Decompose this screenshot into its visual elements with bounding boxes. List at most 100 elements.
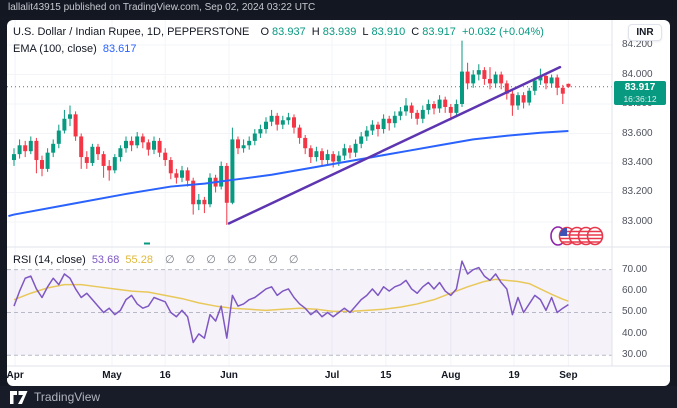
candlestick xyxy=(275,116,279,125)
candlestick xyxy=(230,139,234,202)
candlestick xyxy=(90,147,94,163)
candlestick xyxy=(443,100,447,107)
candlestick xyxy=(320,151,324,160)
candlestick xyxy=(102,154,106,166)
candlestick xyxy=(382,119,386,129)
candlestick xyxy=(309,148,313,157)
candlestick xyxy=(107,166,111,170)
last-price-value: 83.917 xyxy=(614,82,666,94)
candlestick xyxy=(29,141,33,151)
candlestick xyxy=(426,104,430,110)
candlestick xyxy=(398,111,402,115)
ohlc-open-value: 83.937 xyxy=(272,26,306,38)
time-tick-label: Jul xyxy=(325,370,339,381)
ohlc-high-value: 83.939 xyxy=(323,26,357,38)
price-tick-label: 83.200 xyxy=(622,186,653,197)
ohlc-high-label: H xyxy=(312,26,320,38)
footer-bar: TradingView xyxy=(0,386,677,408)
candlestick xyxy=(527,91,531,103)
candlestick xyxy=(533,80,537,90)
candlestick xyxy=(359,136,363,143)
candlestick xyxy=(74,114,78,136)
candlestick xyxy=(96,147,100,154)
last-price-badge: 83.917 16:36:12 xyxy=(614,81,666,105)
candlestick xyxy=(337,156,341,162)
candlestick xyxy=(432,104,436,108)
flag-doodle-annotation[interactable] xyxy=(551,227,603,245)
countdown-timer: 16:36:12 xyxy=(614,94,666,104)
candlestick xyxy=(152,141,156,150)
candlestick xyxy=(124,141,128,148)
candlestick xyxy=(421,110,425,119)
candlestick xyxy=(40,160,44,169)
candlestick xyxy=(258,129,262,133)
rsi-ma-value: 55.28 xyxy=(125,254,153,266)
candlestick xyxy=(57,131,61,144)
candlestick xyxy=(415,113,419,119)
candlestick xyxy=(51,144,55,153)
candlestick xyxy=(169,160,173,173)
rsi-tick-label: 50.00 xyxy=(622,306,647,317)
candlestick xyxy=(174,173,178,177)
trendline[interactable] xyxy=(229,67,560,223)
chart-panel[interactable]: U.S. Dollar / Indian Rupee, 1D, PEPPERST… xyxy=(7,20,670,386)
candlestick xyxy=(544,76,548,83)
candlestick xyxy=(393,116,397,123)
drawing-anchor-tick xyxy=(144,243,150,245)
candlestick xyxy=(460,72,464,104)
candlestick xyxy=(118,148,122,157)
candlestick xyxy=(477,70,481,74)
ohlc-low-label: L xyxy=(362,26,368,38)
price-tick-label: 83.600 xyxy=(622,128,653,139)
time-tick-label: 16 xyxy=(160,370,171,381)
candlestick xyxy=(303,138,307,148)
candlestick xyxy=(354,144,358,153)
time-tick-label: May xyxy=(102,370,121,381)
price-tick-label: 83.000 xyxy=(622,216,653,227)
candlestick xyxy=(146,142,150,149)
candlestick xyxy=(62,119,66,131)
ohlc-close-label: C xyxy=(411,26,419,38)
candlestick xyxy=(180,170,184,177)
symbol-title: U.S. Dollar / Indian Rupee, 1D, PEPPERST… xyxy=(13,26,249,38)
tradingview-logo-icon xyxy=(10,391,28,404)
top-bar: lallalit43915 published on TradingView.c… xyxy=(0,0,677,16)
candlestick xyxy=(454,104,458,113)
candlestick xyxy=(510,94,514,106)
candlestick xyxy=(516,95,520,105)
candlestick xyxy=(466,72,470,84)
candlestick xyxy=(561,88,565,94)
candlestick xyxy=(471,75,475,84)
chart-canvas[interactable] xyxy=(7,20,670,386)
attribution-text: lallalit43915 published on TradingView.c… xyxy=(8,2,315,13)
candlestick xyxy=(555,77,559,87)
candlestick xyxy=(186,170,190,180)
candlestick xyxy=(314,151,318,157)
rsi-tick-label: 30.00 xyxy=(622,349,647,360)
candlestick xyxy=(79,136,83,157)
ema-value: 83.617 xyxy=(103,43,137,55)
rsi-empty-slots: ∅ ∅ ∅ ∅ ∅ ∅ ∅ xyxy=(165,254,302,266)
candlestick xyxy=(494,75,498,84)
candlestick xyxy=(482,70,486,79)
ema-legend[interactable]: EMA (100, close) 83.617 xyxy=(13,43,139,55)
footer-brand[interactable]: TradingView xyxy=(34,390,100,404)
candlestick xyxy=(264,122,268,129)
symbol-legend[interactable]: U.S. Dollar / Indian Rupee, 1D, PEPPERST… xyxy=(13,26,547,38)
currency-button[interactable]: INR xyxy=(628,24,662,41)
time-tick-label: Aug xyxy=(441,370,460,381)
rsi-legend[interactable]: RSI (14, close) 53.68 55.28 ∅ ∅ ∅ ∅ ∅ ∅ … xyxy=(13,253,305,266)
candlestick xyxy=(348,148,352,152)
rsi-label: RSI (14, close) xyxy=(13,254,86,266)
candlestick xyxy=(158,141,162,153)
time-tick-label: Sep xyxy=(559,370,577,381)
candlestick xyxy=(68,114,72,118)
candlestick xyxy=(163,153,167,160)
candlestick xyxy=(253,134,257,141)
candlestick xyxy=(331,154,335,161)
rsi-tick-label: 40.00 xyxy=(622,328,647,339)
candlestick xyxy=(247,141,251,145)
ema-line[interactable] xyxy=(8,131,568,216)
candlestick xyxy=(365,131,369,137)
candlestick xyxy=(130,141,134,145)
